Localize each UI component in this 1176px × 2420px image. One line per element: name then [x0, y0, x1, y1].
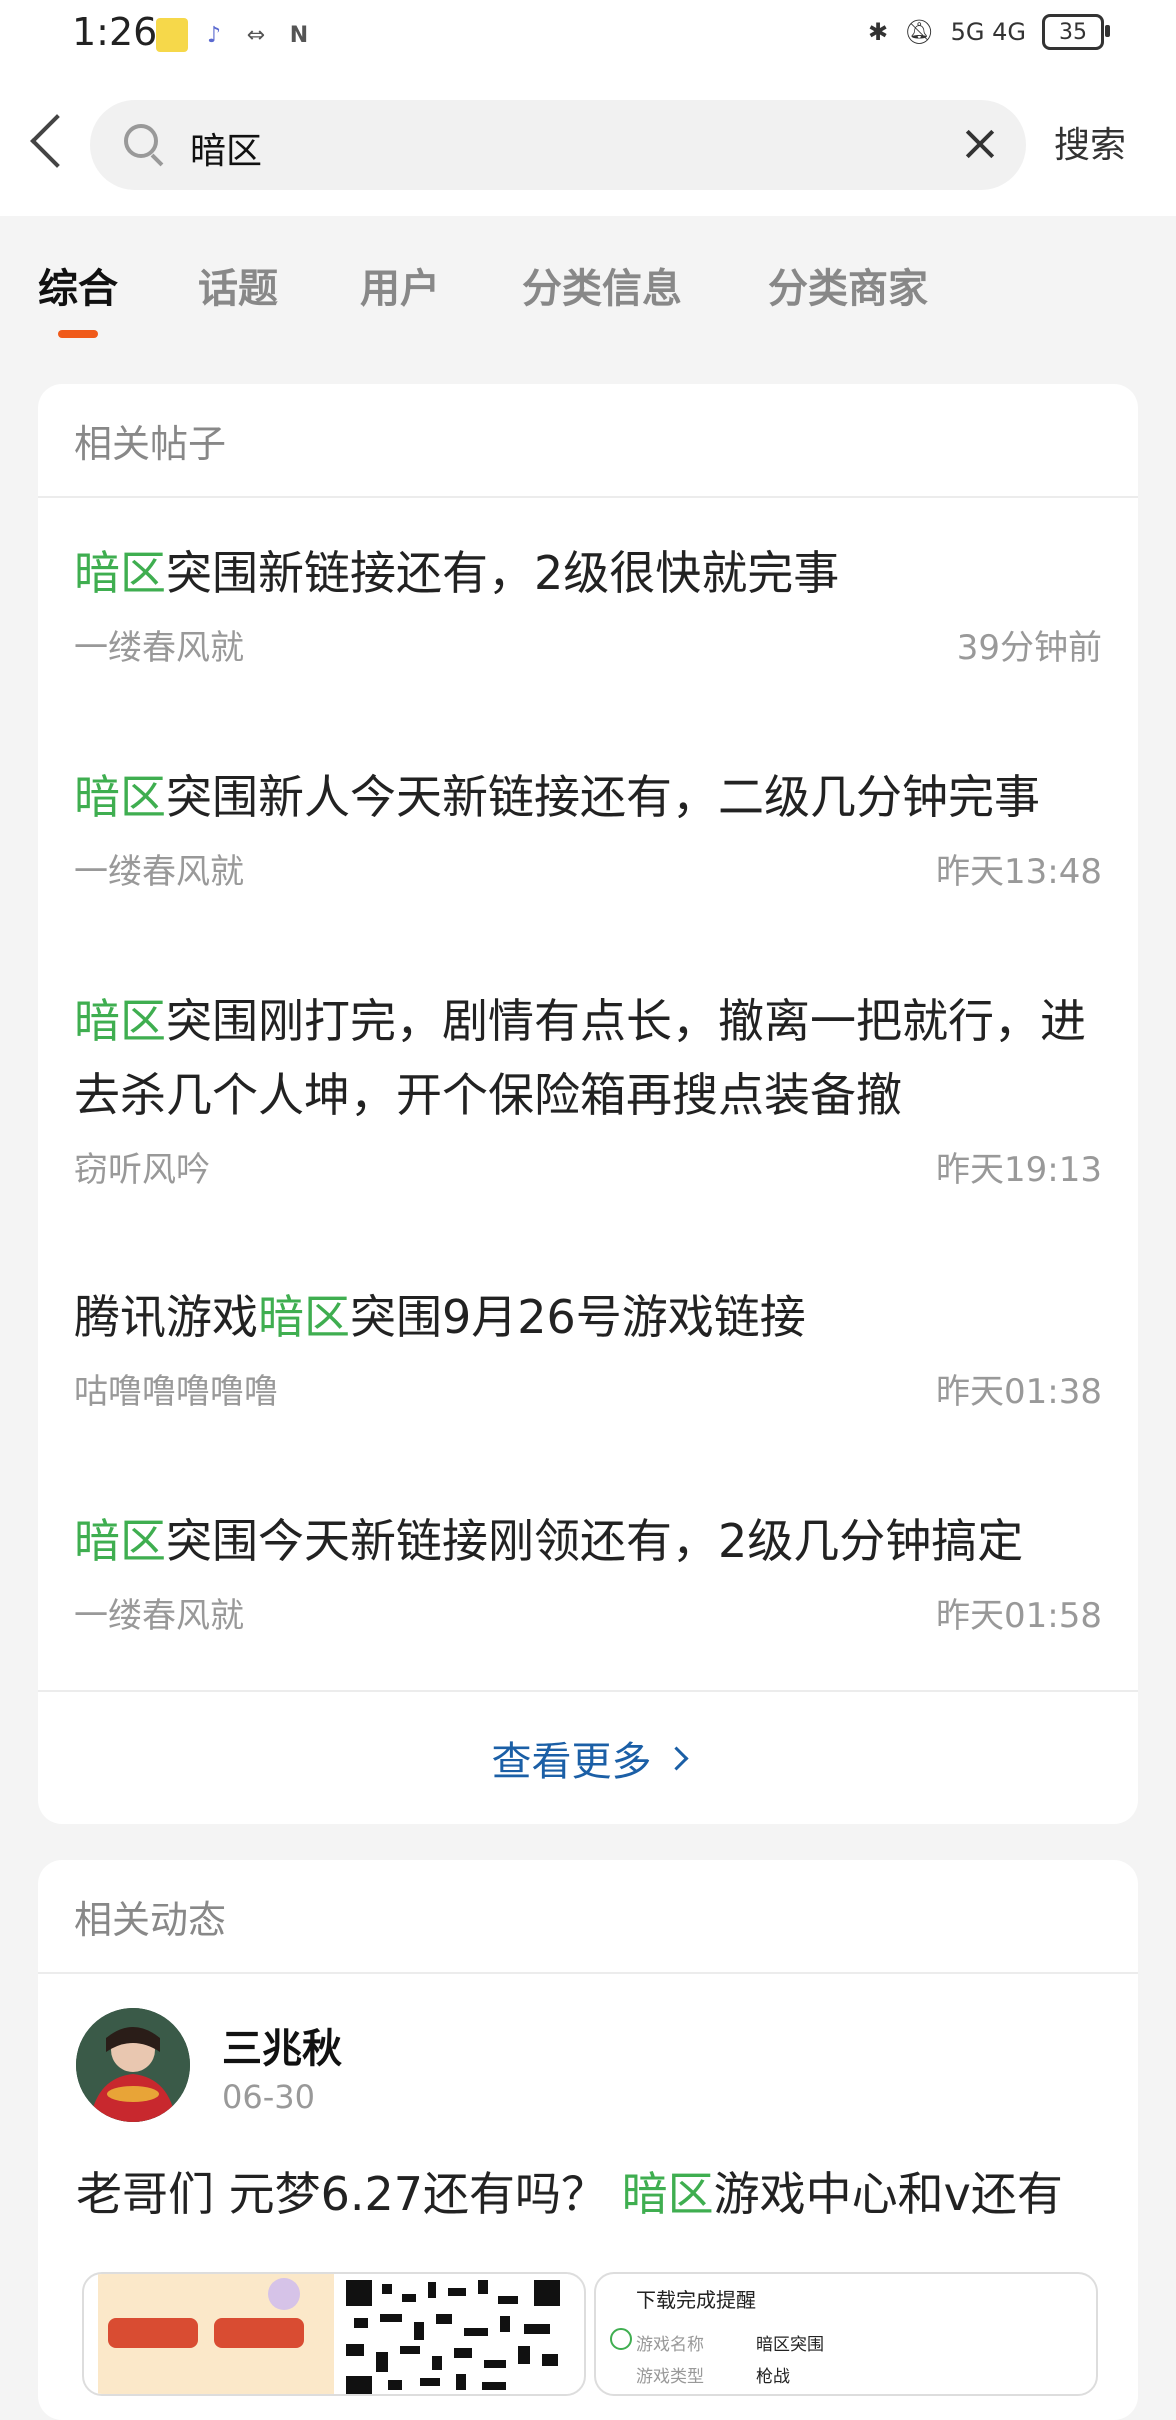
feed-image-1[interactable]: [82, 2272, 586, 2396]
music-icon: ♪: [206, 22, 222, 48]
post-title[interactable]: 暗区突围今天新链接刚领还有，2级几分钟搞定: [74, 1504, 1102, 1578]
feed-text-prefix: 老哥们 元梦6.27还有吗？: [76, 2167, 622, 2221]
search-header: 暗区 搜索: [0, 72, 1176, 216]
game-type-label: 游戏类型: [636, 2367, 704, 2387]
status-indicators: ✱ 🔕︎ 5G 4G 35: [868, 14, 1110, 50]
feed-item[interactable]: 三兆秋 06-30 老哥们 元梦6.27还有吗？ 暗区游戏中心和v还有 下载完成…: [38, 1972, 1138, 2420]
post-title-text: 突围新链接还有，2级很快就完事: [166, 546, 840, 600]
nfc-icon: N: [289, 22, 309, 48]
view-more-button[interactable]: 查看更多: [38, 1690, 1138, 1824]
feed-text-rest: 游戏中心和v还有: [713, 2167, 1063, 2221]
battery-level: 35: [1059, 19, 1087, 45]
search-input[interactable]: 暗区: [90, 100, 1026, 190]
status-time: 1:26: [72, 10, 158, 54]
feed-text[interactable]: 老哥们 元梦6.27还有吗？ 暗区游戏中心和v还有: [76, 2158, 1063, 2224]
mute-bell-icon: 🔕︎: [904, 18, 935, 46]
post-item[interactable]: 暗区突围今天新链接刚领还有，2级几分钟搞定 一缕春风就 昨天01:58: [38, 1504, 1138, 1637]
feed-section-title: 相关动态: [38, 1860, 1138, 1974]
search-button[interactable]: 搜索: [1054, 116, 1126, 168]
post-author[interactable]: 咕噜噜噜噜噜: [74, 1364, 278, 1413]
post-item[interactable]: 暗区突围刚打完，剧情有点长，撤离一把就行，进去杀几个人坤，开个保险箱再搜点装备撤…: [38, 984, 1138, 1191]
posts-section-title: 相关帖子: [38, 384, 1138, 498]
feed-date: 06-30: [222, 2078, 315, 2116]
bluetooth-icon: ✱: [868, 18, 889, 46]
vpn-icon: ⇔: [246, 22, 266, 48]
post-title-highlight: 暗区: [74, 1514, 166, 1568]
post-time: 昨天01:58: [936, 1596, 1102, 1636]
post-title-text: 突围9月26号游戏链接: [350, 1290, 806, 1344]
tab-classified-info[interactable]: 分类信息: [522, 256, 682, 314]
avatar[interactable]: [76, 2008, 190, 2122]
post-title-highlight: 暗区: [74, 546, 166, 600]
search-query[interactable]: 暗区: [190, 122, 262, 174]
active-tab-indicator: [58, 330, 98, 338]
post-time: 昨天13:48: [936, 852, 1102, 892]
tab-classified-merchants[interactable]: 分类商家: [768, 256, 928, 314]
post-time: 昨天19:13: [936, 1150, 1102, 1190]
tab-users[interactable]: 用户: [360, 256, 440, 314]
download-complete-title: 下载完成提醒: [636, 2288, 756, 2312]
post-time: 39分钟前: [956, 628, 1102, 668]
post-item[interactable]: 暗区突围新人今天新链接还有，二级几分钟完事 一缕春风就 昨天13:48: [38, 760, 1138, 893]
post-title[interactable]: 腾讯游戏暗区突围9月26号游戏链接: [74, 1280, 1102, 1354]
search-icon: [124, 124, 158, 158]
post-title-highlight: 暗区: [74, 994, 166, 1048]
post-item[interactable]: 暗区突围新链接还有，2级很快就完事 一缕春风就 39分钟前: [38, 536, 1138, 669]
post-author[interactable]: 一缕春风就: [74, 844, 244, 893]
post-title-highlight: 暗区: [74, 770, 166, 824]
tab-topics[interactable]: 话题: [198, 256, 278, 314]
feed-image-2[interactable]: 下载完成提醒 游戏名称 暗区突围 游戏类型 枪战: [594, 2272, 1098, 2396]
post-title-text: 突围今天新链接刚领还有，2级几分钟搞定: [166, 1514, 1024, 1568]
related-posts-card: 相关帖子 暗区突围新链接还有，2级很快就完事 一缕春风就 39分钟前 暗区突围新人…: [38, 384, 1138, 1824]
game-name-label: 游戏名称: [636, 2335, 704, 2355]
download-check-icon: [610, 2328, 632, 2350]
post-author[interactable]: 一缕春风就: [74, 1588, 244, 1637]
back-icon[interactable]: [20, 112, 80, 176]
game-type-value: 枪战: [756, 2367, 790, 2387]
post-title[interactable]: 暗区突围新人今天新链接还有，二级几分钟完事: [74, 760, 1102, 834]
status-bar: 1:26 ♪ ⇔ N ✱ 🔕︎ 5G 4G 35: [0, 0, 1176, 72]
post-time: 昨天01:38: [936, 1372, 1102, 1412]
tab-bar: 综合 话题 用户 分类信息 分类商家: [0, 216, 1176, 356]
related-feed-card: 相关动态 三兆秋 06-30 老哥们 元梦6.27还有吗？ 暗区游戏中心和v还有: [38, 1860, 1138, 2420]
post-title-text: 突围新人今天新链接还有，二级几分钟完事: [166, 770, 1040, 824]
tab-general[interactable]: 综合: [38, 256, 118, 314]
battery-icon: 35: [1042, 14, 1110, 50]
post-title[interactable]: 暗区突围刚打完，剧情有点长，撤离一把就行，进去杀几个人坤，开个保险箱再搜点装备撤: [74, 984, 1102, 1132]
app-notification-icon: [156, 18, 188, 52]
clear-icon[interactable]: [958, 122, 1002, 166]
post-title-text: 突围刚打完，剧情有点长，撤离一把就行，进去杀几个人坤，开个保险箱再搜点装备撤: [74, 994, 1086, 1122]
feed-user-name[interactable]: 三兆秋: [222, 2016, 342, 2074]
post-item[interactable]: 腾讯游戏暗区突围9月26号游戏链接 咕噜噜噜噜噜 昨天01:38: [38, 1280, 1138, 1413]
view-more-label: 查看更多: [491, 1739, 652, 1785]
post-title[interactable]: 暗区突围新链接还有，2级很快就完事: [74, 536, 1102, 610]
post-author[interactable]: 窃听风吟: [74, 1142, 210, 1191]
feed-text-highlight: 暗区: [621, 2167, 714, 2221]
post-title-highlight: 暗区: [258, 1290, 350, 1344]
post-author[interactable]: 一缕春风就: [74, 620, 244, 669]
signal-icon: 5G 4G: [950, 18, 1026, 46]
game-name-value: 暗区突围: [756, 2335, 824, 2355]
post-title-prefix: 腾讯游戏: [74, 1290, 258, 1344]
chevron-right-icon: [663, 1745, 689, 1771]
